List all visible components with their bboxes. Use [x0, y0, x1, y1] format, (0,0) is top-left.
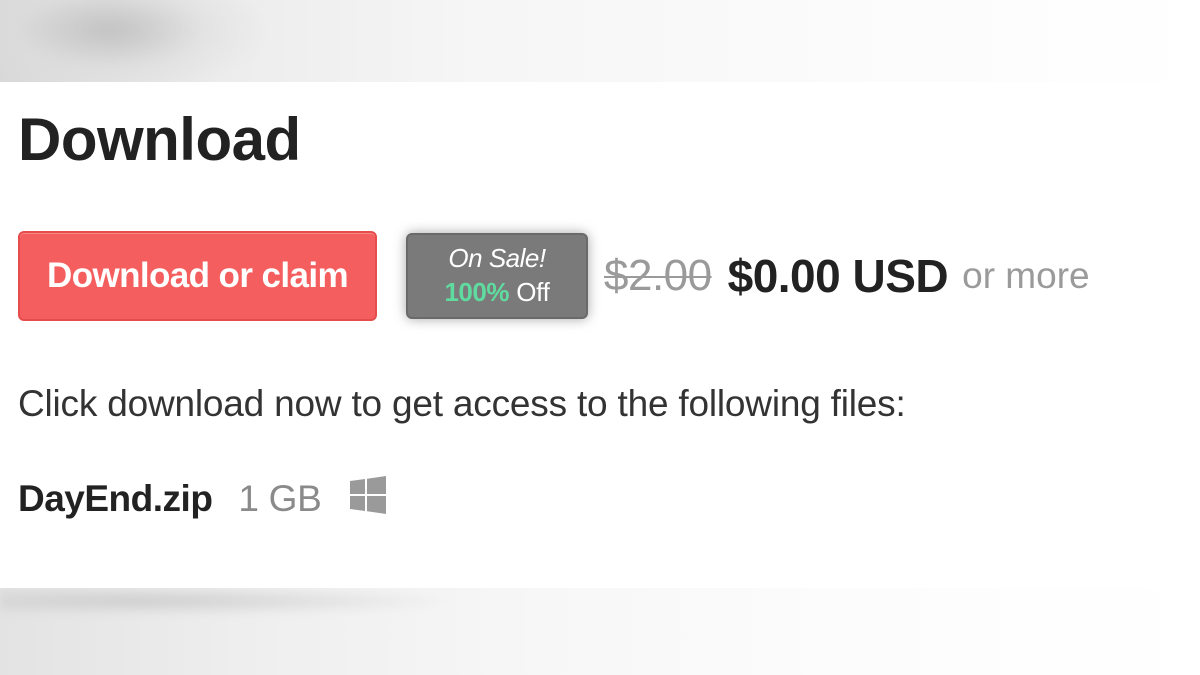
download-panel: Download Download or claim On Sale! 100%…: [0, 82, 1200, 588]
current-price: $0.00 USD: [727, 250, 949, 302]
download-or-claim-button[interactable]: Download or claim: [18, 231, 377, 321]
sale-percent: 100%: [444, 277, 509, 307]
sale-headline: On Sale!: [448, 243, 546, 274]
purchase-row: Download or claim On Sale! 100% Off $2.0…: [18, 230, 1090, 322]
sale-badge: On Sale! 100% Off: [406, 233, 588, 319]
sale-off-label: Off: [516, 277, 550, 307]
file-size: 1 GB: [238, 478, 322, 519]
windows-icon: [348, 475, 388, 515]
download-instructions: Click download now to get access to the …: [18, 383, 906, 424]
or-more-label: or more: [962, 255, 1090, 296]
file-name: DayEnd.zip: [18, 478, 213, 519]
section-title: Download: [18, 106, 301, 173]
sale-discount: 100% Off: [444, 276, 549, 310]
file-row: DayEnd.zip 1 GB: [18, 475, 388, 521]
original-price: $2.00: [604, 251, 712, 300]
background-bottom-shadow: [0, 586, 460, 616]
